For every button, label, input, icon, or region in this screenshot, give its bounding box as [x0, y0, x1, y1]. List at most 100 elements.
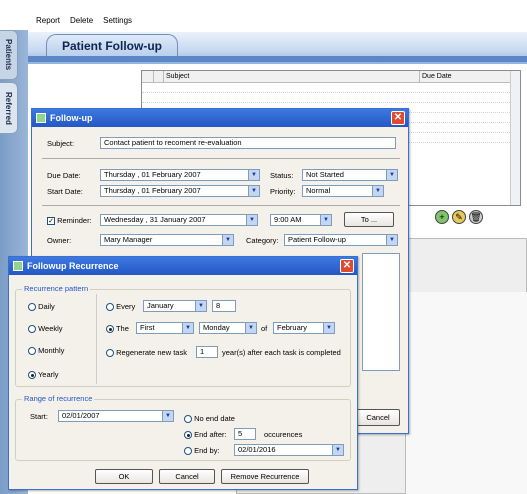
reminder-date-picker[interactable]: Wednesday , 31 January 2007 ▼	[100, 214, 258, 226]
recurrence-window-icon	[13, 261, 23, 271]
radio-regenerate[interactable]: Regenerate new task	[106, 348, 187, 358]
followup-cancel-button[interactable]: Cancel	[356, 409, 400, 426]
start-label: Start:	[30, 412, 48, 421]
grid-actions: + ✎ 🗑	[435, 210, 483, 224]
range-title: Range of recurrence	[22, 394, 95, 403]
subject-field[interactable]: Contact patient to recoment re-evaluatio…	[100, 137, 396, 149]
the-month-select[interactable]: February ▼	[273, 322, 335, 334]
notes-area[interactable]	[362, 253, 400, 371]
ok-button[interactable]: OK	[95, 469, 153, 484]
priority-label: Priority:	[270, 187, 296, 196]
radio-yearly-button[interactable]	[28, 371, 36, 380]
side-tab-patients[interactable]: Patients	[0, 30, 18, 80]
table-row[interactable]	[142, 93, 520, 103]
start-date-picker[interactable]: Thursday , 01 February 2007 ▼	[100, 185, 260, 197]
radio-monthly[interactable]: Monthly	[28, 346, 64, 356]
reminder-time-select[interactable]: 9:00 AM ▼	[270, 214, 332, 226]
category-label: Category:	[246, 236, 279, 245]
background-panel-right	[405, 292, 527, 494]
close-icon[interactable]: ✕	[340, 259, 354, 273]
recurrence-titlebar: Followup Recurrence ✕	[9, 257, 357, 275]
tab-underline	[28, 56, 527, 62]
remove-recurrence-button[interactable]: Remove Recurrence	[221, 469, 309, 484]
column-subject[interactable]: Subject	[164, 71, 420, 82]
chevron-down-icon[interactable]: ▼	[320, 215, 331, 225]
menu-report[interactable]: Report	[36, 16, 60, 25]
followup-titlebar: Follow-up ✕	[32, 109, 408, 127]
chevron-down-icon[interactable]: ▼	[248, 186, 259, 196]
radio-the-button[interactable]	[106, 325, 114, 334]
chevron-down-icon[interactable]: ▼	[182, 323, 193, 333]
chevron-down-icon[interactable]: ▼	[323, 323, 334, 333]
radio-monthly-button[interactable]	[28, 347, 36, 356]
divider	[42, 205, 400, 206]
trash-icon[interactable]: 🗑	[469, 210, 483, 224]
owner-select[interactable]: Mary Manager ▼	[100, 234, 234, 246]
side-tab-referred[interactable]: Referred	[0, 82, 18, 134]
radio-every[interactable]: Every	[106, 302, 135, 312]
radio-end-after-button[interactable]	[184, 431, 192, 440]
tab-patient-follow-up[interactable]: Patient Follow-up	[46, 34, 178, 56]
regenerate-suffix: year(s) after each task is completed	[222, 348, 341, 357]
end-by-date-picker[interactable]: 02/01/2016 ▼	[234, 444, 344, 456]
close-icon[interactable]: ✕	[391, 111, 405, 125]
start-date-label: Start Date:	[47, 187, 83, 196]
column-due-date[interactable]: Due Date	[420, 71, 510, 82]
chevron-down-icon[interactable]: ▼	[332, 445, 343, 455]
start-date-picker[interactable]: 02/01/2007 ▼	[58, 410, 174, 422]
divider	[42, 158, 400, 159]
radio-yearly[interactable]: Yearly	[28, 370, 59, 380]
radio-end-by-button[interactable]	[184, 447, 192, 456]
chevron-down-icon[interactable]: ▼	[222, 235, 233, 245]
subject-label: Subject:	[47, 139, 75, 148]
pattern-divider	[96, 294, 97, 384]
grid-scrollbar[interactable]	[510, 71, 520, 205]
recurrence-pattern-title: Recurrence pattern	[22, 284, 91, 293]
category-select[interactable]: Patient Follow-up ▼	[284, 234, 398, 246]
recurrence-title: Followup Recurrence	[27, 261, 119, 271]
due-date-label: Due Date:	[47, 171, 81, 180]
status-select[interactable]: Not Started ▼	[302, 169, 398, 181]
weekday-select[interactable]: Monday ▼	[199, 322, 257, 334]
reminder-label: ✓ Reminder:	[47, 216, 92, 226]
radio-weekly[interactable]: Weekly	[28, 324, 63, 334]
radio-daily-button[interactable]	[28, 303, 36, 312]
radio-end-after[interactable]: End after:	[184, 430, 227, 440]
every-day-field[interactable]: 8	[212, 300, 236, 312]
radio-weekly-button[interactable]	[28, 325, 36, 334]
add-icon[interactable]: +	[435, 210, 449, 224]
range-group: Range of recurrence Start: 02/01/2007 ▼ N…	[15, 394, 351, 461]
radio-daily[interactable]: Daily	[28, 302, 55, 312]
chevron-down-icon[interactable]: ▼	[386, 235, 397, 245]
radio-no-end-button[interactable]	[184, 415, 192, 424]
radio-end-by[interactable]: End by:	[184, 446, 220, 456]
radio-no-end[interactable]: No end date	[184, 414, 235, 424]
status-label: Status:	[270, 171, 294, 180]
cancel-button[interactable]: Cancel	[159, 469, 215, 484]
chevron-down-icon[interactable]: ▼	[162, 411, 173, 421]
chevron-down-icon[interactable]: ▼	[372, 186, 383, 196]
priority-select[interactable]: Normal ▼	[302, 185, 384, 197]
radio-every-button[interactable]	[106, 303, 114, 312]
chevron-down-icon[interactable]: ▼	[245, 323, 256, 333]
edit-pencil-icon[interactable]: ✎	[452, 210, 466, 224]
every-month-select[interactable]: January ▼	[143, 300, 207, 312]
radio-the[interactable]: The	[106, 324, 129, 334]
chevron-down-icon[interactable]: ▼	[195, 301, 206, 311]
radio-regenerate-button[interactable]	[106, 349, 114, 358]
end-after-field[interactable]: 5	[234, 428, 256, 440]
due-date-picker[interactable]: Thursday , 01 February 2007 ▼	[100, 169, 260, 181]
recurrence-pattern-group: Recurrence pattern Daily Weekly Monthly …	[15, 284, 351, 387]
chevron-down-icon[interactable]: ▼	[246, 215, 257, 225]
of-label: of	[261, 324, 268, 333]
chevron-down-icon[interactable]: ▼	[248, 170, 259, 180]
table-row[interactable]	[142, 83, 520, 93]
ordinal-select[interactable]: First ▼	[136, 322, 194, 334]
chevron-down-icon[interactable]: ▼	[386, 170, 397, 180]
menu-settings[interactable]: Settings	[103, 16, 132, 25]
menu-delete[interactable]: Delete	[70, 16, 93, 25]
reminder-checkbox[interactable]: ✓	[47, 217, 55, 226]
to-button[interactable]: To ...	[344, 212, 394, 227]
recurrence-dialog: Followup Recurrence ✕ Recurrence pattern…	[8, 256, 358, 490]
regenerate-field[interactable]: 1	[196, 346, 218, 358]
